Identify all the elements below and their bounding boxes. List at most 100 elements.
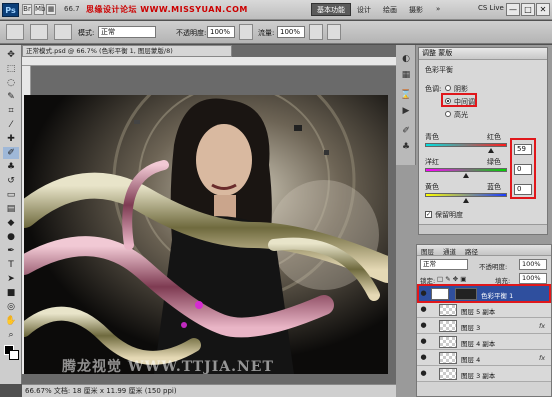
hand-tool-icon[interactable]: ✋ [3, 315, 19, 327]
lock-icons[interactable]: □ ✎ ✥ ▣ [437, 275, 466, 283]
fx-icon[interactable]: fx [539, 322, 545, 330]
layer-row[interactable]: ● 图层 3 fx [417, 318, 551, 334]
history-brush-tool-icon[interactable]: ↺ [3, 175, 19, 187]
actions-panel-icon[interactable]: ▶ [400, 105, 412, 117]
fx-icon[interactable]: fx [539, 354, 545, 362]
eye-icon[interactable]: ● [419, 321, 428, 330]
move-tool-icon[interactable]: ✥ [3, 49, 19, 61]
maximize-button[interactable]: □ [521, 3, 535, 16]
yellow-blue-slider[interactable] [425, 193, 507, 197]
workspace-basic-button[interactable]: 基本功能 [311, 3, 351, 16]
brush-tool-icon[interactable]: ✐ [3, 147, 19, 159]
magenta-green-slider[interactable] [425, 168, 507, 172]
document-canvas[interactable] [24, 95, 388, 374]
workspace-photography[interactable]: 摄影 [409, 5, 423, 15]
adjustments-footer [419, 224, 547, 234]
lasso-tool-icon[interactable]: ◌ [3, 77, 19, 89]
layers-panel: 图层 通道 路径 正常 不透明度: 100% 锁定: □ ✎ ✥ ▣ 填充: 1… [416, 244, 552, 397]
close-button[interactable]: ✕ [536, 3, 550, 16]
layer-name: 图层 5 副本 [461, 308, 496, 316]
blur-tool-icon[interactable]: ◆ [3, 217, 19, 229]
yellow-blue-slider-thumb[interactable] [463, 198, 469, 203]
cs-live-button[interactable]: CS Live [478, 4, 504, 12]
blend-mode-select[interactable]: 正常 [420, 259, 468, 270]
layer-row[interactable]: ● 图层 3 副本 [417, 366, 551, 382]
options-bar: 模式: 正常 不透明度: 100% 流量: 100% [0, 21, 552, 44]
tab-channels[interactable]: 通道 [443, 246, 456, 256]
path-select-tool-icon[interactable]: ➤ [3, 273, 19, 285]
selected-layer-highlight-box [417, 284, 551, 303]
background-color-swatch[interactable] [9, 350, 19, 360]
3d-rotate-tool-icon[interactable]: ◎ [3, 301, 19, 313]
workspace-more[interactable]: » [436, 5, 440, 13]
eraser-tool-icon[interactable]: ▭ [3, 189, 19, 201]
opacity-field[interactable]: 100% [207, 26, 235, 38]
dodge-tool-icon[interactable]: ● [3, 231, 19, 243]
layer-row[interactable]: ● 图层 5 副本 [417, 302, 551, 318]
cyan-red-slider-thumb[interactable] [487, 148, 494, 153]
color-balance-title: 色彩平衡 [425, 66, 453, 74]
history-panel-icon[interactable]: ⌛ [400, 89, 412, 101]
layer-opacity-field[interactable]: 100% [519, 259, 547, 270]
brush-size-icon[interactable] [30, 24, 48, 40]
layer-thumbnail [439, 320, 457, 332]
cyan-red-slider[interactable] [425, 143, 507, 147]
preserve-luminosity-checkbox[interactable]: ✓ [425, 211, 432, 218]
layer-name: 图层 4 [461, 356, 481, 364]
tone-highlights-radio[interactable] [445, 111, 451, 117]
tablet-size-icon[interactable] [327, 24, 341, 40]
pen-tool-icon[interactable]: ✒ [3, 245, 19, 257]
tab-paths[interactable]: 路径 [465, 246, 478, 256]
zoom-level[interactable]: 66.7 [64, 4, 84, 15]
fill-field[interactable]: 100% [519, 273, 547, 284]
watermark-bottom: 腾龙视觉 WWW.TTJIA.NET [62, 359, 274, 375]
clone-source-panel-icon[interactable]: ♣ [400, 141, 412, 153]
quick-select-tool-icon[interactable]: ✎ [3, 91, 19, 103]
swatches-panel-icon[interactable]: ▦ [400, 69, 412, 81]
slider-blue-label: 蓝色 [487, 183, 501, 191]
marquee-tool-icon[interactable]: ⬚ [3, 63, 19, 75]
workspace-design[interactable]: 设计 [357, 5, 371, 15]
zoom-tool-icon[interactable]: ⌕ [3, 329, 19, 341]
bridge-button[interactable]: Br [22, 4, 32, 15]
minimize-button[interactable]: — [506, 3, 520, 16]
tone-label: 色调: [425, 85, 442, 93]
color-panel-icon[interactable]: ◐ [400, 53, 412, 65]
flow-field[interactable]: 100% [277, 26, 305, 38]
mode-select[interactable]: 正常 [98, 26, 156, 38]
type-tool-icon[interactable]: T [3, 259, 19, 271]
crop-tool-icon[interactable]: ⌗ [3, 105, 19, 117]
tone-shadows-radio[interactable] [445, 85, 451, 91]
values-highlight-box [510, 138, 536, 199]
magenta-green-slider-thumb[interactable] [463, 173, 469, 178]
brush-preset-icon[interactable] [6, 24, 24, 40]
mode-label: 模式: [78, 29, 95, 37]
eye-icon[interactable]: ● [419, 353, 428, 362]
adjustments-panel-header[interactable]: 调整 蒙版 [419, 48, 547, 60]
minibridge-button[interactable]: Mb [34, 4, 45, 15]
airbrush-icon[interactable] [309, 24, 323, 40]
layer-name: 图层 3 [461, 324, 481, 332]
watermark-top: 思缘设计论坛 WWW.MISSYUAN.COM [86, 5, 248, 14]
toggle-brush-panel-icon[interactable] [54, 24, 72, 40]
clone-stamp-tool-icon[interactable]: ♣ [3, 161, 19, 173]
eye-icon[interactable]: ● [419, 337, 428, 346]
eyedropper-tool-icon[interactable]: ⁄ [3, 119, 19, 131]
layer-row[interactable]: ● 图层 4 fx [417, 350, 551, 366]
healing-brush-tool-icon[interactable]: ✚ [3, 133, 19, 145]
brush-panel-icon[interactable]: ✐ [400, 125, 412, 137]
slider-cyan-label: 青色 [425, 133, 439, 141]
eye-icon[interactable]: ● [419, 369, 428, 378]
tab-layers[interactable]: 图层 [421, 246, 434, 256]
layer-thumbnail [439, 352, 457, 364]
preserve-luminosity-label: 保留明度 [435, 211, 463, 219]
eye-icon[interactable]: ● [419, 305, 428, 314]
shape-tool-icon[interactable]: ■ [3, 287, 19, 299]
document-tab[interactable]: 正常模式.psd @ 66.7% (色彩平衡 1, 图层蒙版/8) [22, 45, 232, 57]
gradient-tool-icon[interactable]: ▤ [3, 203, 19, 215]
layer-row[interactable]: ● 图层 4 副本 [417, 334, 551, 350]
workspace-painting[interactable]: 绘画 [383, 5, 397, 15]
artwork-image [24, 95, 388, 374]
view-extras-button[interactable]: ▦ [46, 4, 56, 15]
tablet-opacity-icon[interactable] [239, 24, 253, 40]
